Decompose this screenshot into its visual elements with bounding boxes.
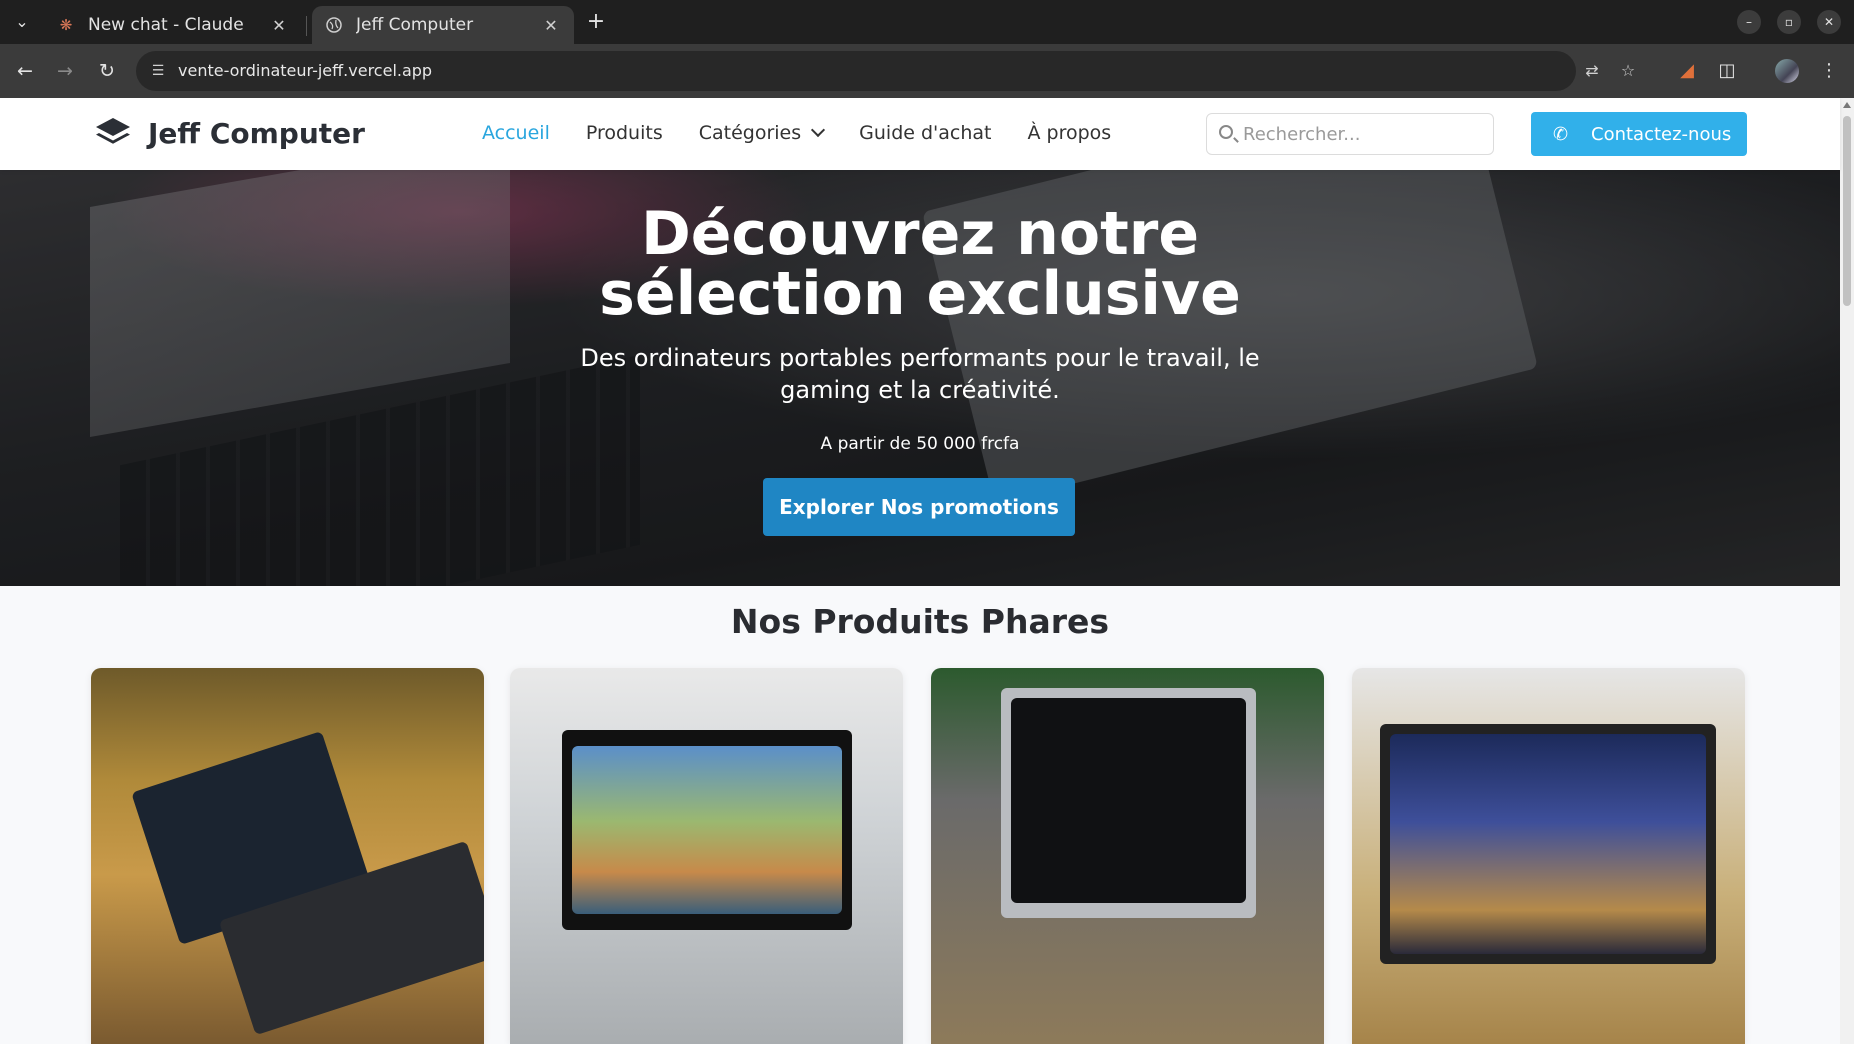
site-logo[interactable]: Jeff Computer: [94, 116, 365, 150]
site-info-icon[interactable]: ☰: [146, 59, 170, 83]
extensions-puzzle-icon[interactable]: ◫: [1712, 56, 1742, 86]
tab-new-chat-claude[interactable]: ❋ New chat - Claude ✕: [44, 6, 302, 44]
laptop-screen-image: [1390, 734, 1706, 954]
forward-arrow-icon[interactable]: →: [50, 56, 80, 86]
nav-item-accueil[interactable]: Accueil: [482, 122, 550, 144]
page-viewport: Jeff Computer Accueil Produits Catégorie…: [0, 98, 1854, 1044]
contact-label: Contactez-nous: [1591, 123, 1732, 145]
close-window-icon[interactable]: ✕: [1817, 10, 1841, 34]
contact-button[interactable]: ✆ Contactez-nous: [1531, 112, 1747, 156]
laptop-screen-image: [1011, 698, 1246, 903]
hero-banner: Découvrez notre sélection exclusive Des …: [0, 170, 1840, 586]
laptop-screen-image: [572, 746, 842, 914]
hero-price-note: A partir de 50 000 frcfa: [820, 434, 1020, 454]
address-bar[interactable]: ☰ vente-ordinateur-jeff.vercel.app ⇄ ☆: [136, 51, 1635, 91]
tab-divider: [306, 16, 307, 36]
bookmark-star-icon[interactable]: ☆: [1616, 59, 1640, 83]
product-card[interactable]: [1352, 668, 1745, 1044]
browser-toolbar: ← → ↻ ☰ vente-ordinateur-jeff.vercel.app…: [0, 44, 1854, 98]
explore-promotions-button[interactable]: Explorer Nos promotions: [763, 478, 1075, 536]
page-scrollbar[interactable]: [1840, 98, 1854, 1044]
product-card[interactable]: [931, 668, 1324, 1044]
layers-logo-icon: [96, 118, 130, 144]
new-tab-button[interactable]: +: [582, 8, 610, 36]
back-arrow-icon[interactable]: ←: [10, 56, 40, 86]
scroll-up-arrow-icon[interactable]: [1843, 102, 1851, 108]
claude-favicon-icon: ❋: [59, 16, 73, 34]
tab-title: New chat - Claude: [88, 15, 244, 35]
site-header: Jeff Computer Accueil Produits Catégorie…: [0, 98, 1840, 170]
nav-item-produits[interactable]: Produits: [586, 122, 663, 144]
product-card[interactable]: [91, 668, 484, 1044]
brand-name: Jeff Computer: [148, 116, 365, 150]
profile-avatar[interactable]: [1775, 59, 1799, 83]
tab-title: Jeff Computer: [356, 15, 474, 35]
tab-search-dropdown-icon[interactable]: ⌄: [8, 8, 36, 36]
main-nav: Accueil Produits Catégories Guide d'acha…: [482, 122, 1147, 144]
search-icon: [1219, 125, 1233, 139]
url-text: vente-ordinateur-jeff.vercel.app: [178, 61, 433, 80]
products-section-title: Nos Produits Phares: [730, 602, 1110, 641]
nav-item-label: Catégories: [698, 122, 802, 144]
extension-icon[interactable]: ◢: [1672, 56, 1702, 86]
search-input[interactable]: [1243, 122, 1483, 146]
search-box: [1206, 113, 1494, 155]
product-card[interactable]: [510, 668, 903, 1044]
browser-menu-icon[interactable]: ⋮: [1814, 56, 1844, 86]
scrollbar-thumb[interactable]: [1843, 116, 1851, 306]
hero-title-line2: sélection exclusive: [599, 259, 1241, 329]
nav-item-a-propos[interactable]: À propos: [1028, 122, 1112, 144]
close-tab-icon[interactable]: ✕: [540, 16, 562, 35]
maximize-window-icon[interactable]: ▫: [1777, 10, 1801, 34]
close-tab-icon[interactable]: ✕: [268, 16, 290, 35]
translate-icon[interactable]: ⇄: [1580, 59, 1604, 83]
reload-icon[interactable]: ↻: [92, 56, 122, 86]
hero-subtitle: Des ordinateurs portables performants po…: [580, 344, 1260, 404]
browser-tab-bar: ⌄ ❋ New chat - Claude ✕ Jeff Computer ✕ …: [0, 0, 1854, 44]
chevron-down-icon: [811, 122, 826, 138]
phone-icon: ✆: [1553, 123, 1569, 145]
nav-item-categories[interactable]: Catégories: [698, 122, 826, 144]
globe-favicon-icon: [324, 15, 344, 35]
hero-title: Découvrez notre sélection exclusive: [0, 204, 1840, 324]
tab-jeff-computer[interactable]: Jeff Computer ✕: [312, 6, 574, 44]
nav-item-guide[interactable]: Guide d'achat: [859, 122, 991, 144]
minimize-window-icon[interactable]: –: [1737, 10, 1761, 34]
